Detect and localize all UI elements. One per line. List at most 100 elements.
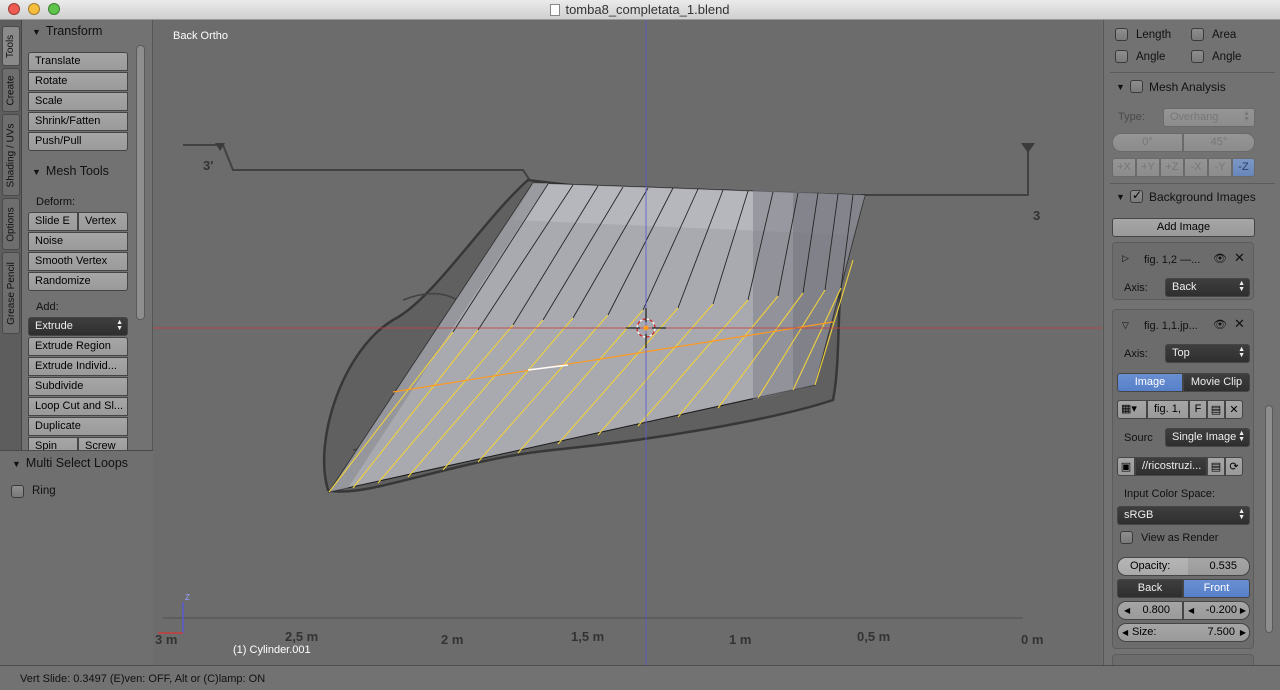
noise-button[interactable]: Noise <box>28 232 128 251</box>
axis-minus-z-button[interactable]: -Z <box>1232 158 1255 177</box>
color-space-select[interactable]: sRGB ▲ ▼ <box>1117 506 1250 525</box>
collapse-triangle-icon: ▼ <box>32 167 41 177</box>
collapse-triangle-icon: ▼ <box>1116 82 1125 92</box>
remove-image-icon[interactable]: ✕ <box>1234 317 1245 332</box>
bg-image-2-axis-select[interactable]: Top ▲ ▼ <box>1165 344 1250 363</box>
spin-button[interactable]: Spin <box>28 437 78 450</box>
add-image-button[interactable]: Add Image <box>1112 218 1255 237</box>
rotate-button[interactable]: Rotate <box>28 72 128 91</box>
mesh-analysis-checkbox[interactable] <box>1130 80 1143 93</box>
tab-grease-pencil[interactable]: Grease Pencil <box>2 252 20 334</box>
transform-header-label: Transform <box>45 24 103 38</box>
left-arrow-icon: ◀ <box>1122 628 1129 637</box>
visibility-eye-icon[interactable]: 👁 <box>1213 318 1227 331</box>
active-object-label: (1) Cylinder.001 <box>233 644 311 656</box>
axis-minus-y-button[interactable]: -Y <box>1208 158 1232 177</box>
offset-y-field[interactable]: ◀ -0.200 ▶ <box>1183 601 1250 620</box>
reload-image-icon[interactable]: ⟳ <box>1225 457 1243 476</box>
vertex-slide-button[interactable]: Vertex <box>78 212 128 231</box>
background-images-label: Background Images <box>1149 190 1256 204</box>
bg-image-2-name[interactable]: fig. 1,1.jp... <box>1144 320 1198 332</box>
color-space-value: sRGB <box>1124 509 1154 521</box>
subdivide-button[interactable]: Subdivide <box>28 377 128 396</box>
mesh-analysis-type-select[interactable]: Overhang ▲ ▼ <box>1163 108 1255 127</box>
filepath-field[interactable]: //ricostruzi... <box>1135 457 1207 476</box>
overhang-min-field[interactable]: 0° <box>1112 133 1183 152</box>
image-browse-button[interactable]: ▦▾ <box>1117 400 1147 419</box>
properties-scrollbar[interactable] <box>1265 405 1273 633</box>
bg-image-1-axis-select[interactable]: Back ▲ ▼ <box>1165 278 1250 297</box>
axis-plus-z-button[interactable]: +Z <box>1160 158 1184 177</box>
image-name-field[interactable]: fig. 1, <box>1147 400 1189 419</box>
source-select[interactable]: Single Image ▲ ▼ <box>1165 428 1250 447</box>
collapse-triangle-icon[interactable]: ▽ <box>1122 320 1129 331</box>
translate-button[interactable]: Translate <box>28 52 128 71</box>
angle-checkbox-1[interactable] <box>1115 50 1128 63</box>
window-title: tomba8_completata_1.blend <box>565 2 730 17</box>
left-arrow-icon: ◀ <box>1124 606 1131 615</box>
tab-options-label: Options <box>5 206 17 242</box>
ruler-label-3m: 3 m <box>155 632 178 647</box>
extrude-select[interactable]: Extrude ▲ ▼ <box>28 317 128 336</box>
size-field[interactable]: ◀ Size: 7.500 ▶ <box>1117 623 1250 642</box>
open-image-folder-icon[interactable]: ▤ <box>1207 400 1225 419</box>
opacity-slider[interactable]: Opacity: 0.535 <box>1117 557 1250 576</box>
loop-cut-slide-button[interactable]: Loop Cut and Sl... <box>28 397 128 416</box>
axis-plus-x-button[interactable]: +X <box>1112 158 1136 177</box>
remove-image-icon[interactable]: ✕ <box>1234 251 1245 266</box>
collapse-triangle-icon: ▼ <box>1116 192 1125 202</box>
back-toggle[interactable]: Back <box>1117 579 1183 598</box>
unlink-image-icon[interactable]: ✕ <box>1225 400 1243 419</box>
screw-button[interactable]: Screw <box>78 437 128 450</box>
duplicate-button[interactable]: Duplicate <box>28 417 128 436</box>
tab-create[interactable]: Create <box>2 68 20 112</box>
view-as-render-label: View as Render <box>1141 532 1219 544</box>
extrude-individual-button[interactable]: Extrude Individ... <box>28 357 128 376</box>
tab-image[interactable]: Image <box>1117 373 1183 392</box>
source-value: Single Image <box>1172 431 1237 443</box>
angle-label-2: Angle <box>1212 51 1242 63</box>
right-arrow-icon: ▶ <box>1239 606 1246 615</box>
updown-arrows-icon: ▲ ▼ <box>1238 346 1245 359</box>
properties-region: Length Area Angle Angle ▼ Mesh Analysis … <box>1103 20 1280 665</box>
front-toggle[interactable]: Front <box>1183 579 1250 598</box>
tab-movie-clip[interactable]: Movie Clip <box>1183 373 1250 392</box>
offset-x-field[interactable]: ◀ 0.800 <box>1117 601 1183 620</box>
scale-button[interactable]: Scale <box>28 92 128 111</box>
view-as-render-checkbox[interactable] <box>1120 531 1133 544</box>
extrude-region-button[interactable]: Extrude Region <box>28 337 128 356</box>
3d-viewport[interactable]: Back Ortho (1) Cylinder.001 Z 3' 3 3 m 2… <box>153 20 1102 665</box>
axis-plus-y-button[interactable]: +Y <box>1136 158 1160 177</box>
updown-arrows-icon: ▲ ▼ <box>1238 280 1245 293</box>
area-checkbox[interactable] <box>1191 28 1204 41</box>
smooth-vertex-button[interactable]: Smooth Vertex <box>28 252 128 271</box>
length-checkbox[interactable] <box>1115 28 1128 41</box>
slide-edge-button[interactable]: Slide E <box>28 212 78 231</box>
angle-checkbox-2[interactable] <box>1191 50 1204 63</box>
mesh-analysis-header[interactable]: ▼ <box>1116 79 1130 93</box>
opacity-value: 0.535 <box>1209 560 1237 572</box>
transform-panel-header[interactable]: ▼ Transform <box>32 24 102 38</box>
mesh-tools-panel-header[interactable]: ▼ Mesh Tools <box>32 164 109 178</box>
bg-image-1-name[interactable]: fig. 1,2 —... <box>1144 254 1200 266</box>
randomize-button[interactable]: Randomize <box>28 272 128 291</box>
axis-minus-x-button[interactable]: -X <box>1184 158 1208 177</box>
add-label: Add: <box>36 301 59 313</box>
right-arrow-icon: ▶ <box>1239 628 1246 637</box>
fake-user-button[interactable]: F <box>1189 400 1207 419</box>
browse-file-icon[interactable]: ▤ <box>1207 457 1225 476</box>
expand-triangle-icon[interactable]: ▷ <box>1122 253 1129 264</box>
background-images-header[interactable]: ▼ <box>1116 189 1130 203</box>
tab-shading-uvs[interactable]: Shading / UVs <box>2 114 20 196</box>
push-pull-button[interactable]: Push/Pull <box>28 132 128 151</box>
visibility-eye-icon[interactable]: 👁 <box>1213 252 1227 265</box>
shrink-fatten-button[interactable]: Shrink/Fatten <box>28 112 128 131</box>
tab-options[interactable]: Options <box>2 198 20 250</box>
updown-arrows-icon: ▲ ▼ <box>116 319 123 332</box>
overhang-max-field[interactable]: 45° <box>1183 133 1255 152</box>
multi-select-loops-header[interactable]: ▼ Multi Select Loops <box>12 456 128 470</box>
tab-tools[interactable]: Tools <box>2 26 20 66</box>
toolshelf-scrollbar[interactable] <box>136 45 145 320</box>
ring-checkbox[interactable] <box>11 485 24 498</box>
background-images-checkbox[interactable] <box>1130 188 1143 203</box>
